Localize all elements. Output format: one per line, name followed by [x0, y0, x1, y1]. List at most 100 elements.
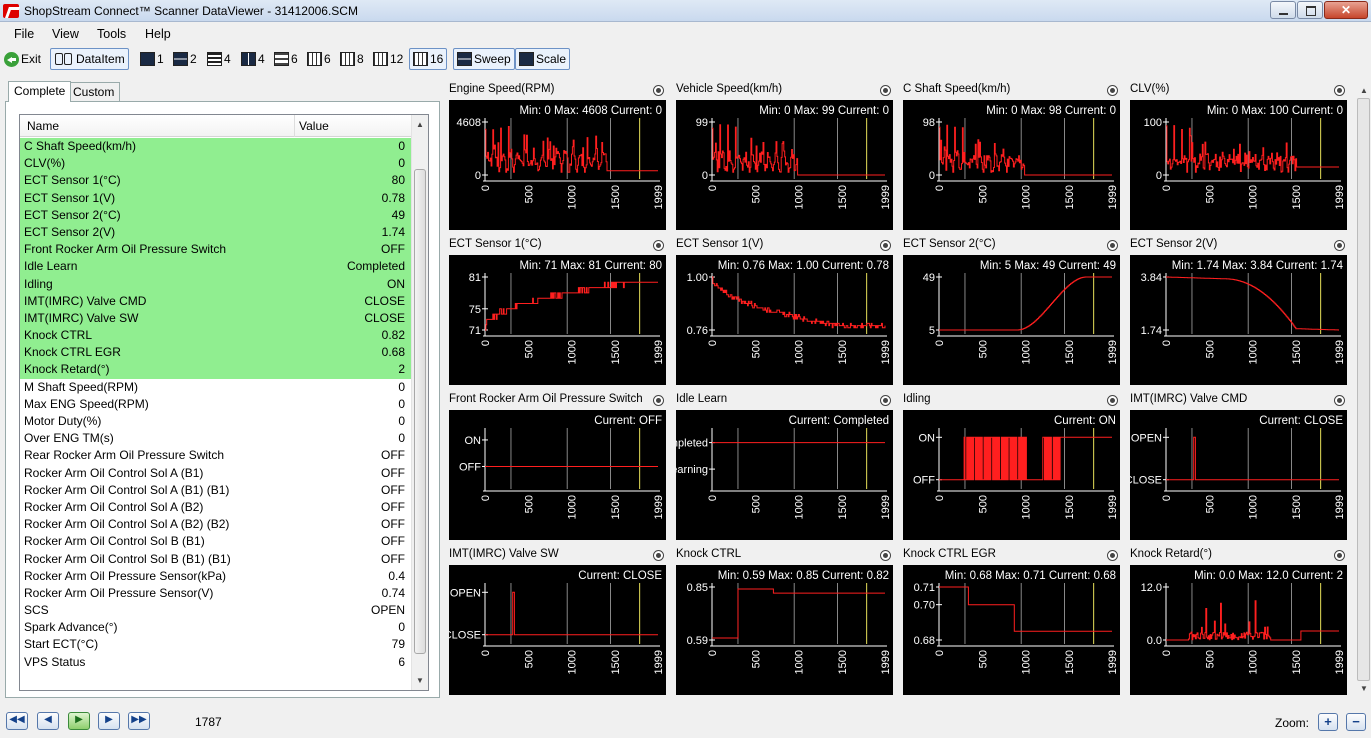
- list-row[interactable]: Rocker Arm Oil Control Sol B (B1) OFF: [20, 533, 412, 550]
- chart-plot[interactable]: Min: 0 Max: 100 Current: 0 100 0 0 500 1000 15…: [1130, 100, 1347, 230]
- layout-6-rows-button[interactable]: 6: [271, 48, 301, 70]
- chart-card[interactable]: C Shaft Speed(km/h) Min: 0 Max: 98 Curren…: [900, 81, 1122, 231]
- chart-card[interactable]: IMT(IMRC) Valve CMD Current: CLOSE OPEN CLO…: [1127, 391, 1349, 541]
- chart-card[interactable]: ECT Sensor 2(V) Min: 1.74 Max: 3.84 Curre…: [1127, 236, 1349, 386]
- visibility-toggle-icon[interactable]: [653, 550, 664, 561]
- list-row[interactable]: IMT(IMRC) Valve CMD CLOSE: [20, 292, 412, 310]
- chart-plot[interactable]: Min: 0 Max: 98 Current: 0 98 0 0 500 1000 1500…: [903, 100, 1120, 230]
- chart-plot[interactable]: Current: CLOSE OPEN CLOSE 0 500 1000 1500 1999: [449, 565, 666, 695]
- chart-plot[interactable]: Min: 0.68 Max: 0.71 Current: 0.68 0.71 0.7…: [903, 565, 1120, 695]
- scroll-down-icon[interactable]: ▼: [412, 672, 428, 689]
- chart-card[interactable]: Engine Speed(RPM) Min: 0 Max: 4608 Curren…: [446, 81, 668, 231]
- prev-frame-button[interactable]: ◀: [37, 712, 59, 730]
- list-row[interactable]: Knock Retard(°) 2: [20, 361, 412, 379]
- list-row[interactable]: Rocker Arm Oil Control Sol A (B2) OFF: [20, 499, 412, 516]
- scale-button[interactable]: Scale: [515, 48, 571, 70]
- chart-card[interactable]: Idle Learn Current: Completed Completed Lea…: [673, 391, 895, 541]
- layout-12-button[interactable]: 12: [370, 48, 406, 70]
- visibility-toggle-icon[interactable]: [653, 240, 664, 251]
- list-row[interactable]: SCS OPEN: [20, 602, 412, 619]
- chart-plot[interactable]: Current: Completed Completed Learning 0 500 1…: [676, 410, 893, 540]
- layout-6-grid-button[interactable]: 6: [304, 48, 334, 70]
- layout-8-button[interactable]: 8: [337, 48, 367, 70]
- close-button[interactable]: [1324, 1, 1368, 19]
- layout-1-button[interactable]: 1: [137, 48, 167, 70]
- chart-card[interactable]: Vehicle Speed(km/h) Min: 0 Max: 99 Curren…: [673, 81, 895, 231]
- visibility-toggle-icon[interactable]: [1107, 240, 1118, 251]
- menu-file[interactable]: File: [14, 27, 34, 41]
- chart-card[interactable]: Knock Retard(°) Min: 0.0 Max: 12.0 Curren…: [1127, 546, 1349, 696]
- visibility-toggle-icon[interactable]: [653, 85, 664, 96]
- first-frame-button[interactable]: ◀◀: [6, 712, 28, 730]
- list-row[interactable]: Front Rocker Arm Oil Pressure Switch OFF: [20, 241, 412, 259]
- visibility-toggle-icon[interactable]: [653, 395, 664, 406]
- exit-button[interactable]: Exit: [1, 48, 44, 70]
- chart-scrollbar[interactable]: ▲ ▼: [1356, 81, 1371, 698]
- visibility-toggle-icon[interactable]: [1334, 240, 1345, 251]
- layout-4-grid-button[interactable]: 4: [238, 48, 268, 70]
- list-row[interactable]: Start ECT(°C) 79: [20, 636, 412, 653]
- tab-complete[interactable]: Complete: [8, 81, 72, 102]
- menu-tools[interactable]: Tools: [97, 27, 126, 41]
- chart-plot[interactable]: Min: 0.76 Max: 1.00 Current: 0.78 1.00 0.7…: [676, 255, 893, 385]
- visibility-toggle-icon[interactable]: [880, 395, 891, 406]
- tab-custom[interactable]: Custom: [67, 82, 121, 101]
- column-header-name[interactable]: Name: [27, 119, 59, 133]
- sweep-button[interactable]: Sweep: [453, 48, 515, 70]
- chart-plot[interactable]: Min: 5 Max: 49 Current: 49 49 5 0 500 1000 150…: [903, 255, 1120, 385]
- play-button[interactable]: ▶: [68, 712, 90, 730]
- chart-card[interactable]: ECT Sensor 1(°C) Min: 71 Max: 81 Current:…: [446, 236, 668, 386]
- list-row[interactable]: Over ENG TM(s) 0: [20, 430, 412, 447]
- list-row[interactable]: Rocker Arm Oil Pressure Sensor(kPa) 0.4: [20, 568, 412, 585]
- layout-2-button[interactable]: 2: [170, 48, 200, 70]
- last-frame-button[interactable]: ▶▶: [128, 712, 150, 730]
- layout-4-rows-button[interactable]: 4: [204, 48, 234, 70]
- list-row[interactable]: Rocker Arm Oil Control Sol A (B2) (B2) OF…: [20, 516, 412, 533]
- layout-16-button[interactable]: 16: [409, 48, 448, 70]
- scroll-up-icon[interactable]: ▲: [412, 116, 428, 133]
- scroll-thumb[interactable]: [414, 169, 426, 654]
- list-scrollbar[interactable]: ▲ ▼: [411, 115, 428, 690]
- visibility-toggle-icon[interactable]: [880, 85, 891, 96]
- chart-plot[interactable]: Min: 0.59 Max: 0.85 Current: 0.82 0.85 0.5…: [676, 565, 893, 695]
- list-row[interactable]: Idle Learn Completed: [20, 258, 412, 276]
- list-row[interactable]: ECT Sensor 1(°C) 80: [20, 172, 412, 190]
- chart-plot[interactable]: Current: CLOSE OPEN CLOSE 0 500 1000 1500 1999: [1130, 410, 1347, 540]
- list-row[interactable]: Motor Duty(%) 0: [20, 413, 412, 430]
- list-row[interactable]: M Shaft Speed(RPM) 0: [20, 379, 412, 396]
- list-row[interactable]: ECT Sensor 2(V) 1.74: [20, 223, 412, 242]
- visibility-toggle-icon[interactable]: [880, 550, 891, 561]
- chart-card[interactable]: Knock CTRL Min: 0.59 Max: 0.85 Current: 0…: [673, 546, 895, 696]
- chart-plot[interactable]: Current: OFF ON OFF 0 500 1000 1500 1999: [449, 410, 666, 540]
- list-row[interactable]: ECT Sensor 2(°C) 49: [20, 206, 412, 224]
- chart-plot[interactable]: Min: 0.0 Max: 12.0 Current: 2 12.0 0.0 0 500…: [1130, 565, 1347, 695]
- dataitem-button[interactable]: DataItem: [50, 48, 129, 70]
- chart-plot[interactable]: Min: 1.74 Max: 3.84 Current: 1.74 3.84 1.7…: [1130, 255, 1347, 385]
- visibility-toggle-icon[interactable]: [1334, 395, 1345, 406]
- list-row[interactable]: Spark Advance(°) 0: [20, 619, 412, 636]
- chart-card[interactable]: CLV(%) Min: 0 Max: 100 Current: 0 100 0 0 500…: [1127, 81, 1349, 231]
- list-row[interactable]: IMT(IMRC) Valve SW CLOSE: [20, 309, 412, 328]
- minimize-button[interactable]: [1270, 1, 1296, 19]
- chart-card[interactable]: ECT Sensor 1(V) Min: 0.76 Max: 1.00 Curre…: [673, 236, 895, 386]
- chart-plot[interactable]: Min: 0 Max: 4608 Current: 0 4608 0 0 500 1000…: [449, 100, 666, 230]
- visibility-toggle-icon[interactable]: [1107, 395, 1118, 406]
- list-row[interactable]: VPS Status 6: [20, 654, 412, 671]
- list-row[interactable]: Rocker Arm Oil Control Sol B (B1) (B1) OF…: [20, 551, 412, 568]
- chart-card[interactable]: Idling Current: ON ON OFF 0 500 1000 1500 1999: [900, 391, 1122, 541]
- chart-scroll-down-icon[interactable]: ▼: [1356, 680, 1371, 697]
- menu-help[interactable]: Help: [145, 27, 171, 41]
- visibility-toggle-icon[interactable]: [1334, 85, 1345, 96]
- list-row[interactable]: Rocker Arm Oil Control Sol A (B1) (B1) OF…: [20, 482, 412, 499]
- list-row[interactable]: ECT Sensor 1(V) 0.78: [20, 189, 412, 207]
- chart-plot[interactable]: Current: ON ON OFF 0 500 1000 1500 1999: [903, 410, 1120, 540]
- list-row[interactable]: Knock CTRL EGR 0.68: [20, 344, 412, 362]
- list-row[interactable]: CLV(%) 0: [20, 155, 412, 173]
- zoom-in-button[interactable]: +: [1318, 713, 1338, 731]
- chart-scroll-thumb[interactable]: [1357, 98, 1370, 681]
- chart-card[interactable]: Front Rocker Arm Oil Pressure Switch Curr…: [446, 391, 668, 541]
- maximize-button[interactable]: [1297, 1, 1323, 19]
- list-row[interactable]: Rocker Arm Oil Pressure Sensor(V) 0.74: [20, 585, 412, 602]
- list-row[interactable]: Rear Rocker Arm Oil Pressure Switch OFF: [20, 447, 412, 464]
- chart-plot[interactable]: Min: 0 Max: 99 Current: 0 99 0 0 500 1000 1500…: [676, 100, 893, 230]
